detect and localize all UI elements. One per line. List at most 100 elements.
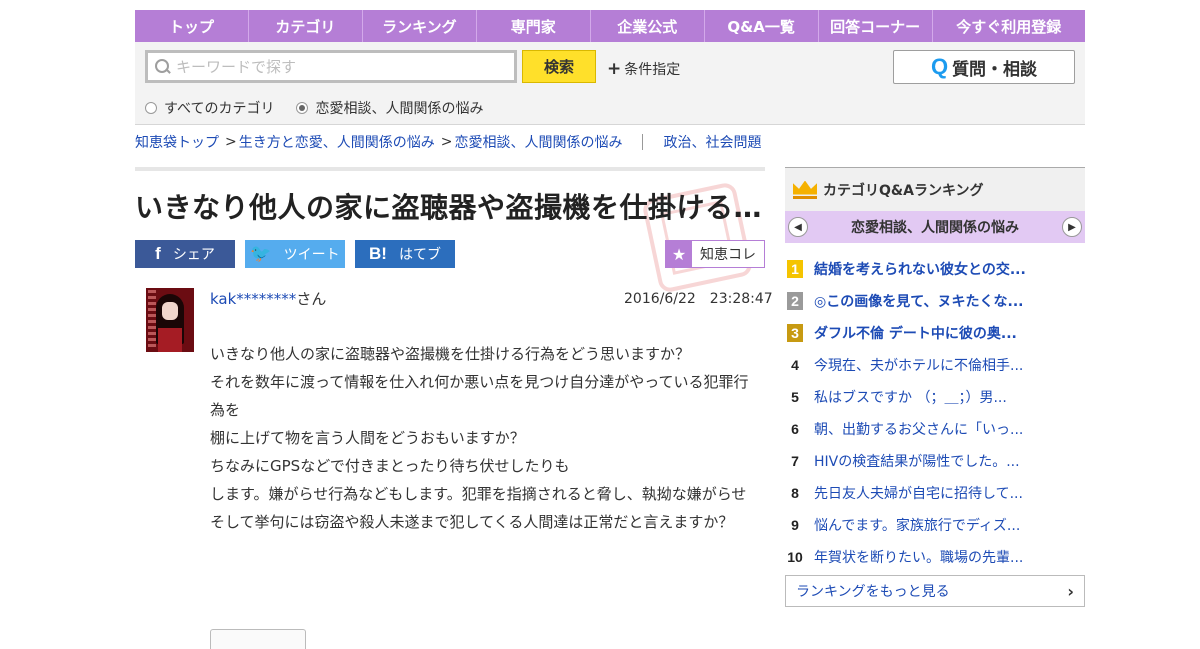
body-line: 棚に上げて物を言う人間をどうおもいますか？ (210, 429, 525, 447)
search-area: 検索 + 条件指定 Q 質問・相談 すべてのカテゴリ 恋愛相談、人間関係の悩み (135, 42, 1085, 125)
radio-current-category[interactable]: 恋愛相談、人間関係の悩み (296, 98, 483, 118)
search-box[interactable] (145, 50, 517, 83)
nav-register[interactable]: 今すぐ利用登録 (933, 10, 1085, 42)
radio-dot (145, 102, 157, 114)
nav-answer-corner[interactable]: 回答コーナー (819, 10, 933, 42)
ranking-item[interactable]: 7 HIVの検査結果が陽性でした。... (785, 445, 1085, 477)
condition-link[interactable]: + 条件指定 (607, 59, 680, 79)
share-twitter-button[interactable]: 🐦 ツイート (245, 240, 345, 268)
radio-all-categories[interactable]: すべてのカテゴリ (145, 98, 274, 118)
author-suffix: さん (296, 290, 327, 308)
rank-number: 3 (787, 324, 803, 342)
ranking-item[interactable]: 1 結婚を考えられない彼女との交... (785, 253, 1085, 285)
breadcrumb-top[interactable]: 知恵袋トップ (135, 132, 219, 152)
user-avatar[interactable] (146, 288, 194, 352)
body-line: それを数年に渡って情報を仕入れ何か悪い点を見つけ自分達がやっている犯罪行為を (210, 373, 749, 419)
nav-expert[interactable]: 専門家 (477, 10, 591, 42)
share-hb-label: はてブ (398, 247, 441, 263)
star-icon: ★ (666, 241, 692, 267)
rank-number: 4 (791, 357, 799, 373)
hatena-bookmark-icon: B! (369, 244, 387, 263)
share-facebook-button[interactable]: f シェア (135, 240, 235, 268)
next-arrow-icon[interactable]: ▶ (1062, 217, 1082, 237)
nav-qa-list[interactable]: Q&A一覧 (705, 10, 819, 42)
ranking-panel: カテゴリQ&Aランキング ◀ 恋愛相談、人間関係の悩み ▶ 1 結婚を考えられな… (785, 167, 1085, 607)
prev-arrow-icon[interactable]: ◀ (788, 217, 808, 237)
partial-button[interactable] (210, 629, 306, 649)
radio-current-label: 恋愛相談、人間関係の悩み (315, 101, 484, 117)
ranking-item[interactable]: 5 私はブスですか （；＿；）男... (785, 381, 1085, 413)
ranking-item-text[interactable]: 私はブスですか （；＿；）男... (814, 387, 1007, 407)
ask-button-label: 質問・相談 (952, 59, 1038, 80)
nav-ranking[interactable]: ランキング (363, 10, 477, 42)
chie-collection-button[interactable]: ★ 知恵コレ (665, 240, 765, 268)
author-link[interactable]: kak******** (210, 290, 296, 308)
rank-number: 7 (791, 453, 799, 469)
twitter-bird-icon: 🐦 (250, 244, 272, 263)
radio-all-label: すべてのカテゴリ (164, 101, 275, 117)
ranking-item[interactable]: 10 年賀状を断りたい。職場の先輩... (785, 541, 1085, 573)
body-line: そして挙句には窃盗や殺人未遂まで犯してくる人間達は正常だと言えますか？ (210, 513, 734, 531)
global-nav: トップ カテゴリ ランキング 専門家 企業公式 Q&A一覧 回答コーナー 今すぐ… (135, 10, 1085, 42)
q-icon: Q (930, 54, 949, 79)
ranking-item-text[interactable]: HIVの検査結果が陽性でした。... (814, 451, 1020, 471)
ranking-item-text[interactable]: 先日友人夫婦が自宅に招待して... (814, 483, 1023, 503)
nav-official[interactable]: 企業公式 (591, 10, 705, 42)
rank-number: 9 (791, 517, 799, 533)
related-category-politics[interactable]: 政治、社会問題 (663, 132, 761, 152)
question-datetime: 2016/6/22 23:28:47 (624, 291, 773, 307)
search-button[interactable]: 検索 (522, 50, 596, 83)
breadcrumb-separator: > (440, 134, 453, 150)
rank-number: 6 (791, 421, 799, 437)
search-icon (154, 58, 172, 76)
ranking-item[interactable]: 9 悩んでます。家族旅行でディズ... (785, 509, 1085, 541)
ranking-item[interactable]: 8 先日友人夫婦が自宅に招待して... (785, 477, 1085, 509)
ranking-item-text[interactable]: 結婚を考えられない彼女との交... (814, 259, 1026, 279)
ranking-item-text[interactable]: ダフル不倫 デート中に彼の奥... (814, 323, 1017, 343)
ask-question-button[interactable]: Q 質問・相談 (893, 50, 1075, 84)
ranking-header: カテゴリQ&Aランキング (785, 167, 1085, 211)
body-line: します。嫌がらせ行為などもします。犯罪を指摘されると脅し、執拗な嫌がらせ (210, 485, 747, 503)
body-line: いきなり他人の家に盗聴器や盗撮機を仕掛ける行為をどう思いますか？ (210, 345, 691, 363)
ranking-item-text[interactable]: 年賀状を断りたい。職場の先輩... (814, 547, 1023, 567)
ranking-item-text[interactable]: 今現在、夫がホテルに不倫相手... (814, 355, 1023, 375)
facebook-icon: f (155, 244, 161, 263)
rank-number: 10 (787, 549, 803, 565)
breadcrumb-love-advice[interactable]: 恋愛相談、人間関係の悩み (454, 132, 622, 152)
chevron-right-icon: › (1067, 581, 1074, 601)
ranking-item-text[interactable]: ◎この画像を見て、ヌキたくな... (814, 291, 1023, 311)
ranking-item-text[interactable]: 朝、出勤するお父さんに「いっ... (814, 419, 1023, 439)
ranking-item[interactable]: 6 朝、出勤するお父さんに「いっ... (785, 413, 1085, 445)
body-line: ちなみにGPSなどで付きまとったり待ち伏せしたりも (210, 457, 570, 475)
ranking-item[interactable]: 4 今現在、夫がホテルに不倫相手... (785, 349, 1085, 381)
ranking-more-label: ランキングをもっと見る (796, 584, 950, 600)
ranking-item-text[interactable]: 悩んでます。家族旅行でディズ... (814, 515, 1020, 535)
nav-category[interactable]: カテゴリ (249, 10, 363, 42)
question-author: kak********さん (210, 288, 326, 309)
ranking-title: カテゴリQ&Aランキング (823, 182, 984, 199)
breadcrumb-divider (642, 134, 644, 150)
nav-top[interactable]: トップ (135, 10, 249, 42)
ranking-more-link[interactable]: ランキングをもっと見る › (785, 575, 1085, 607)
avatar-pattern (148, 290, 156, 348)
ranking-item[interactable]: 2 ◎この画像を見て、ヌキたくな... (785, 285, 1085, 317)
share-tw-label: ツイート (283, 247, 340, 263)
avatar-face (162, 302, 178, 320)
rank-number: 8 (791, 485, 799, 501)
question-body: いきなり他人の家に盗聴器や盗撮機を仕掛ける行為をどう思いますか？ それを数年に渡… (210, 340, 750, 536)
rank-number: 5 (791, 389, 799, 405)
plus-icon: + (607, 59, 622, 79)
condition-label: 条件指定 (624, 62, 681, 78)
share-hatena-button[interactable]: B! はてブ (355, 240, 455, 268)
ranking-item[interactable]: 3 ダフル不倫 デート中に彼の奥... (785, 317, 1085, 349)
page: トップ カテゴリ ランキング 専門家 企業公式 Q&A一覧 回答コーナー 今すぐ… (135, 10, 1085, 649)
ranking-list: 1 結婚を考えられない彼女との交... 2 ◎この画像を見て、ヌキたくな... … (785, 253, 1085, 573)
ranking-category: 恋愛相談、人間関係の悩み (851, 220, 1019, 236)
ranking-category-bar: ◀ 恋愛相談、人間関係の悩み ▶ (785, 211, 1085, 243)
breadcrumb-life-love[interactable]: 生き方と恋愛、人間関係の悩み (239, 132, 435, 152)
crown-icon (793, 181, 817, 199)
search-input[interactable] (176, 57, 506, 76)
share-fb-label: シェア (172, 247, 215, 263)
question-divider (135, 167, 765, 171)
chie-label: 知恵コレ (700, 247, 756, 263)
